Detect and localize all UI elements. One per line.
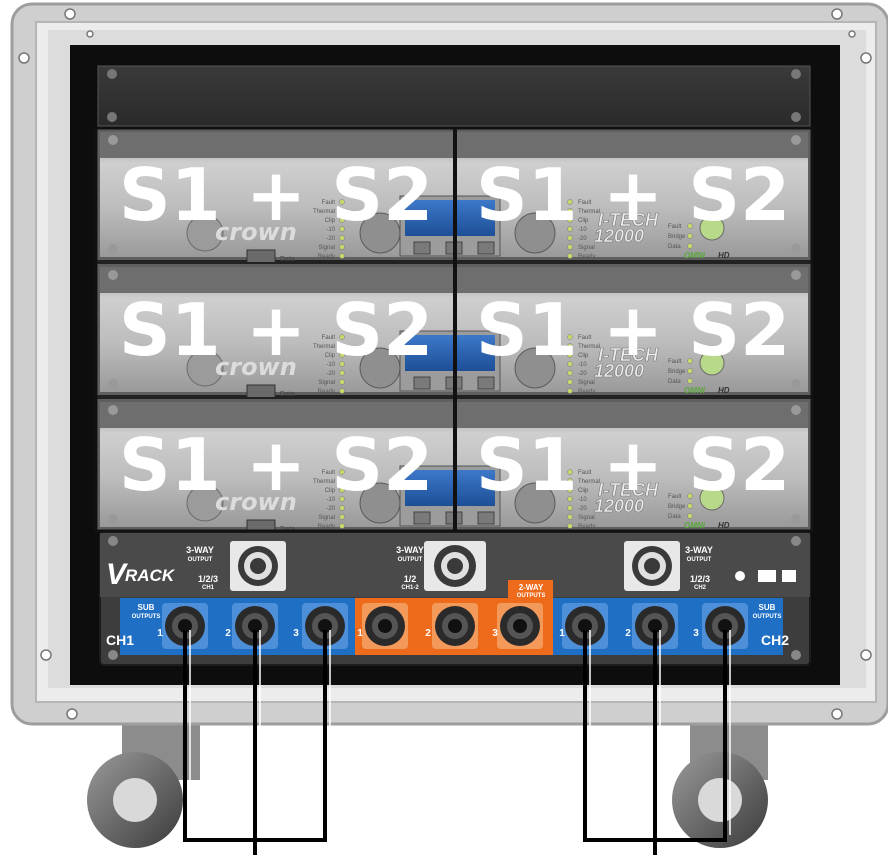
- led-label: Ready: [578, 254, 595, 260]
- series-suffix: HD: [718, 386, 730, 395]
- speakon-output-right: [624, 541, 680, 591]
- led-label: Signal: [318, 515, 335, 521]
- series-label: OMNI: [684, 386, 706, 395]
- series-label: OMNI: [684, 251, 706, 260]
- series-suffix: HD: [718, 251, 730, 260]
- speakon-output-left: [230, 541, 286, 591]
- data-label: Data: [280, 391, 295, 398]
- series-suffix: HD: [718, 521, 730, 530]
- out-mid-sub: OUTPUT: [398, 557, 423, 563]
- jack-number: 2: [625, 628, 631, 639]
- jack-number: 3: [693, 628, 699, 639]
- two-way-title: 2-WAY: [519, 583, 544, 592]
- led-label: Ready: [318, 389, 335, 395]
- led-label: Signal: [578, 515, 595, 521]
- led-label: Ready: [578, 524, 595, 530]
- jack-number: 3: [492, 628, 498, 639]
- series-label: OMNI: [684, 521, 706, 530]
- jack-number: 3: [293, 628, 299, 639]
- sub-left-title: SUB: [138, 603, 155, 612]
- amp-label-right: S1 + S2: [476, 153, 790, 237]
- speakon-jack: 1: [357, 603, 408, 649]
- jack-number: 2: [425, 628, 431, 639]
- rack-diagram: crownDataFaultThermalClip-10-20SignalRea…: [10, 2, 888, 855]
- speakon-jack: 2: [625, 603, 678, 649]
- amp-label-right: S1 + S2: [476, 423, 790, 507]
- led-label: Signal: [318, 245, 335, 251]
- out-right-ch: 1/2/3: [690, 574, 710, 584]
- sub-right-sub: OUTPUTS: [753, 614, 782, 620]
- led-label: Ready: [318, 254, 335, 260]
- jack-number: 1: [357, 628, 363, 639]
- led-label: Signal: [578, 245, 595, 251]
- led-label: Data: [668, 244, 681, 250]
- out-left-chname: CH1: [202, 585, 215, 591]
- speakon-jack: 3: [492, 603, 543, 649]
- out-mid-title: 3-WAY: [396, 545, 424, 555]
- speakon-jack: 2: [225, 603, 278, 649]
- jack-number: 2: [225, 628, 231, 639]
- led-label: Ready: [578, 389, 595, 395]
- vrack-logo: RACK: [125, 566, 176, 585]
- led-label: Data: [668, 379, 681, 385]
- sub-right-title: SUB: [759, 603, 776, 612]
- speakon-output-mid: [424, 541, 486, 591]
- data-label: Data: [280, 256, 295, 263]
- led-label: Data: [668, 514, 681, 520]
- sub-left-sub: OUTPUTS: [132, 614, 161, 620]
- amp-label-left: S1 + S2: [119, 153, 433, 237]
- out-mid-ch: 1/2: [404, 574, 417, 584]
- patch-panel: V RACK 3-WAY OUTPUT 1/2/3 CH1 3-WAY OUTP…: [99, 532, 811, 666]
- out-left-sub: OUTPUT: [188, 557, 213, 563]
- speakon-jack: 1: [157, 603, 208, 649]
- jack-number: 1: [157, 628, 163, 639]
- out-left-title: 3-WAY: [186, 545, 214, 555]
- led-label: Signal: [578, 380, 595, 386]
- out-left-ch: 1/2/3: [198, 574, 218, 584]
- speakon-jack: 2: [425, 603, 478, 649]
- led-label: Ready: [318, 524, 335, 530]
- amp-column-divider: [453, 128, 457, 531]
- blank-panel: [97, 65, 811, 127]
- amp-label-left: S1 + S2: [119, 423, 433, 507]
- jack-number: 1: [559, 628, 565, 639]
- out-right-chname: CH2: [694, 585, 707, 591]
- ch2-label: CH2: [761, 632, 789, 648]
- led-label: Signal: [318, 380, 335, 386]
- out-right-title: 3-WAY: [685, 545, 713, 555]
- amp-label-left: S1 + S2: [119, 288, 433, 372]
- amp-label-right: S1 + S2: [476, 288, 790, 372]
- out-right-sub: OUTPUT: [687, 557, 712, 563]
- two-way-sub: OUTPUTS: [517, 593, 546, 599]
- out-mid-chname: CH1-2: [401, 585, 419, 591]
- ch1-label: CH1: [106, 632, 134, 648]
